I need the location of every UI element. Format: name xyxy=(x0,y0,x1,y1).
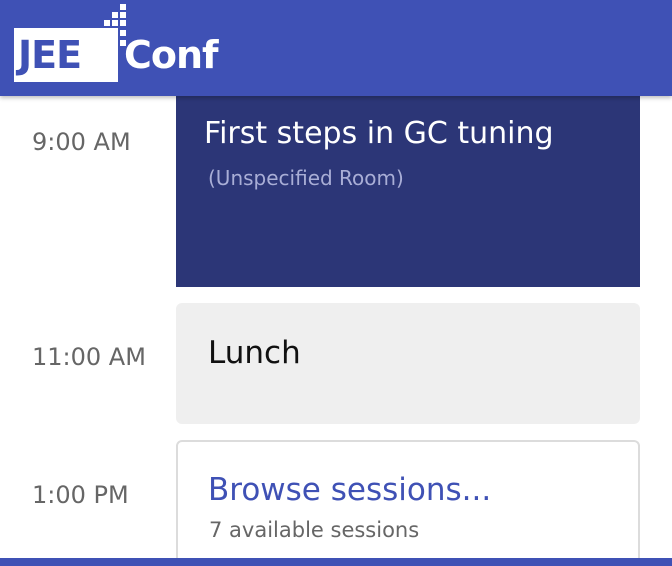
session-room: (Unspecified Room) xyxy=(208,166,404,190)
time-slot-label: 1:00 PM xyxy=(32,481,129,509)
schedule-timeline: 9:00 AM First steps in GC tuning (Unspec… xyxy=(0,96,672,566)
session-card[interactable]: First steps in GC tuning (Unspecified Ro… xyxy=(176,96,640,287)
logo-pixel-decoration xyxy=(112,20,118,26)
session-title: First steps in GC tuning xyxy=(204,116,554,151)
logo-jee-text: JEE xyxy=(14,28,118,82)
logo-pixel-decoration xyxy=(104,20,110,26)
jeeconf-logo[interactable]: JEE Conf xyxy=(14,4,224,82)
app-root: JEE Conf 9:00 AM First steps in GC tunin… xyxy=(0,0,672,566)
bottom-bar xyxy=(0,558,672,566)
browse-sessions-link[interactable]: Browse sessions... xyxy=(208,472,491,508)
logo-pixel-decoration xyxy=(112,12,118,18)
browse-sessions-card[interactable]: Browse sessions... 7 available sessions xyxy=(176,440,640,566)
lunch-card[interactable]: Lunch xyxy=(176,303,640,424)
logo-pixel-decoration xyxy=(120,4,126,10)
app-bar: JEE Conf xyxy=(0,0,672,96)
logo-pixel-decoration xyxy=(120,12,126,18)
time-slot-label: 9:00 AM xyxy=(32,128,131,156)
available-sessions-count: 7 available sessions xyxy=(209,518,420,542)
logo-pixel-decoration xyxy=(120,20,126,26)
time-slot-label: 11:00 AM xyxy=(32,343,146,371)
logo-conf-text: Conf xyxy=(124,33,219,77)
lunch-title: Lunch xyxy=(208,335,301,371)
